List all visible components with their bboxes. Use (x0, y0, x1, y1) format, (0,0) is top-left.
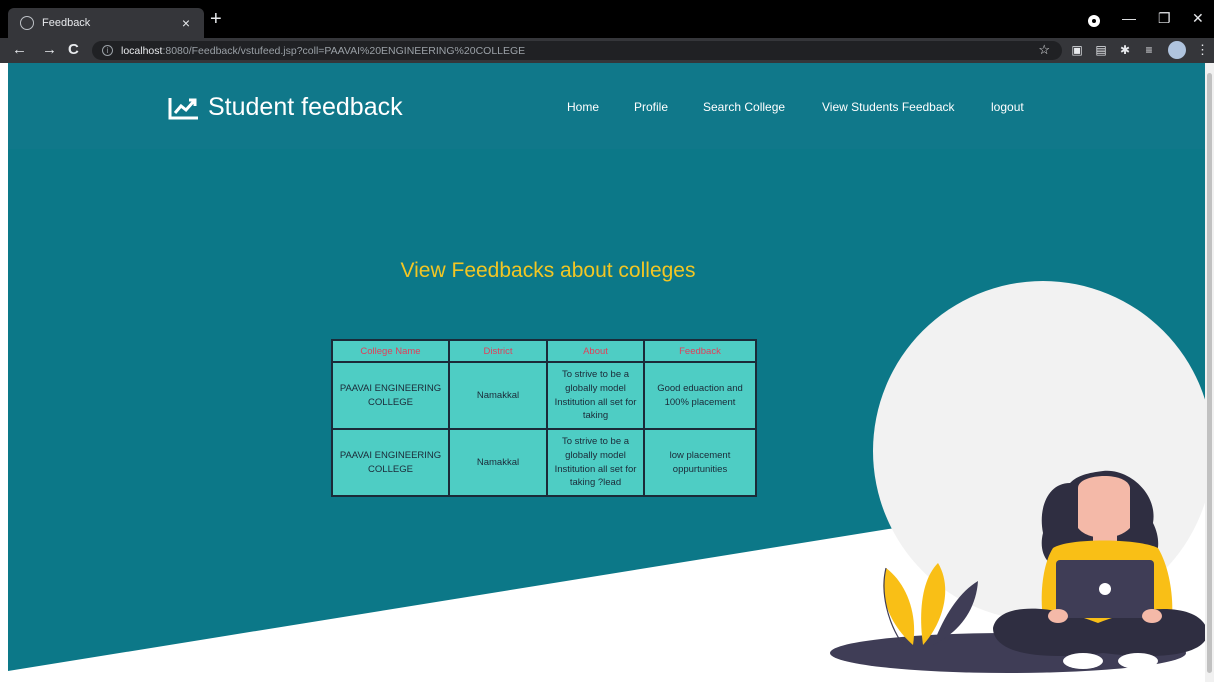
browser-tabbar: Feedback × + — ❐ ✕ (0, 0, 1214, 40)
close-tab-icon[interactable]: × (182, 15, 190, 31)
cell-district: Namakkal (448, 428, 548, 497)
extension-screen-icon[interactable]: ▣ (1070, 43, 1084, 57)
extension-folder-icon[interactable]: ▤ (1094, 43, 1108, 57)
tab-title: Feedback (42, 17, 91, 29)
new-tab-button[interactable]: + (210, 9, 222, 29)
browser-tab[interactable]: Feedback × (8, 8, 204, 38)
column-header-college: College Name (331, 339, 450, 363)
minimize-icon[interactable]: — (1122, 10, 1136, 26)
url-host: localhost (121, 44, 163, 57)
nav-search-college[interactable]: Search College (703, 100, 785, 114)
info-icon[interactable]: i (102, 45, 113, 56)
reload-icon[interactable]: C (68, 41, 79, 58)
column-header-about: About (546, 339, 645, 363)
scrollbar-thumb[interactable] (1207, 73, 1212, 673)
cell-college: PAAVAI ENGINEERING COLLEGE (331, 361, 450, 430)
window-close-icon[interactable]: ✕ (1192, 10, 1204, 27)
page-viewport: Student feedback Home Profile Search Col… (8, 63, 1205, 682)
table-row: PAAVAI ENGINEERING COLLEGE Namakkal To s… (331, 361, 757, 430)
feedback-table: College Name District About Feedback PAA… (331, 339, 757, 497)
table-row: PAAVAI ENGINEERING COLLEGE Namakkal To s… (331, 428, 757, 497)
more-menu-icon[interactable]: ⋮ (1196, 42, 1209, 58)
profile-indicator-icon[interactable] (1088, 15, 1100, 27)
table-header-row: College Name District About Feedback (331, 339, 757, 363)
address-bar[interactable]: i localhost :8080/Feedback/vstufeed.jsp?… (92, 41, 1062, 60)
cell-college: PAAVAI ENGINEERING COLLEGE (331, 428, 450, 497)
page-title: View Feedbacks about colleges (400, 259, 696, 282)
reading-list-icon[interactable]: ≡ (1142, 43, 1156, 57)
nav-view-feedback[interactable]: View Students Feedback (822, 100, 955, 114)
cell-feedback: low placement oppurtunities (643, 428, 757, 497)
nav-profile[interactable]: Profile (634, 100, 668, 114)
chart-line-icon (168, 97, 198, 119)
column-header-district: District (448, 339, 548, 363)
restore-icon[interactable]: ❐ (1158, 10, 1171, 27)
avatar[interactable] (1168, 41, 1186, 59)
url-path: :8080/Feedback/vstufeed.jsp?coll=PAAVAI%… (162, 44, 526, 57)
site-header: Student feedback Home Profile Search Col… (8, 63, 1205, 149)
browser-toolbar: ← → C i localhost :8080/Feedback/vstufee… (0, 38, 1214, 63)
cell-about: To strive to be a globally model Institu… (546, 428, 645, 497)
brand-title: Student feedback (208, 93, 403, 121)
forward-arrow-icon[interactable]: → (42, 41, 57, 58)
column-header-feedback: Feedback (643, 339, 757, 363)
globe-icon (20, 16, 34, 30)
brand-logo[interactable]: Student feedback (168, 93, 403, 122)
puzzle-icon[interactable]: ✱ (1118, 43, 1132, 57)
bookmark-star-icon[interactable]: ☆ (1038, 42, 1050, 58)
cell-about: To strive to be a globally model Institu… (546, 361, 645, 430)
cell-district: Namakkal (448, 361, 548, 430)
cell-feedback: Good eduaction and 100% placement (643, 361, 757, 430)
back-arrow-icon[interactable]: ← (12, 41, 27, 58)
page-scrollbar[interactable] (1205, 63, 1214, 682)
nav-logout[interactable]: logout (991, 100, 1024, 114)
nav-home[interactable]: Home (567, 100, 599, 114)
